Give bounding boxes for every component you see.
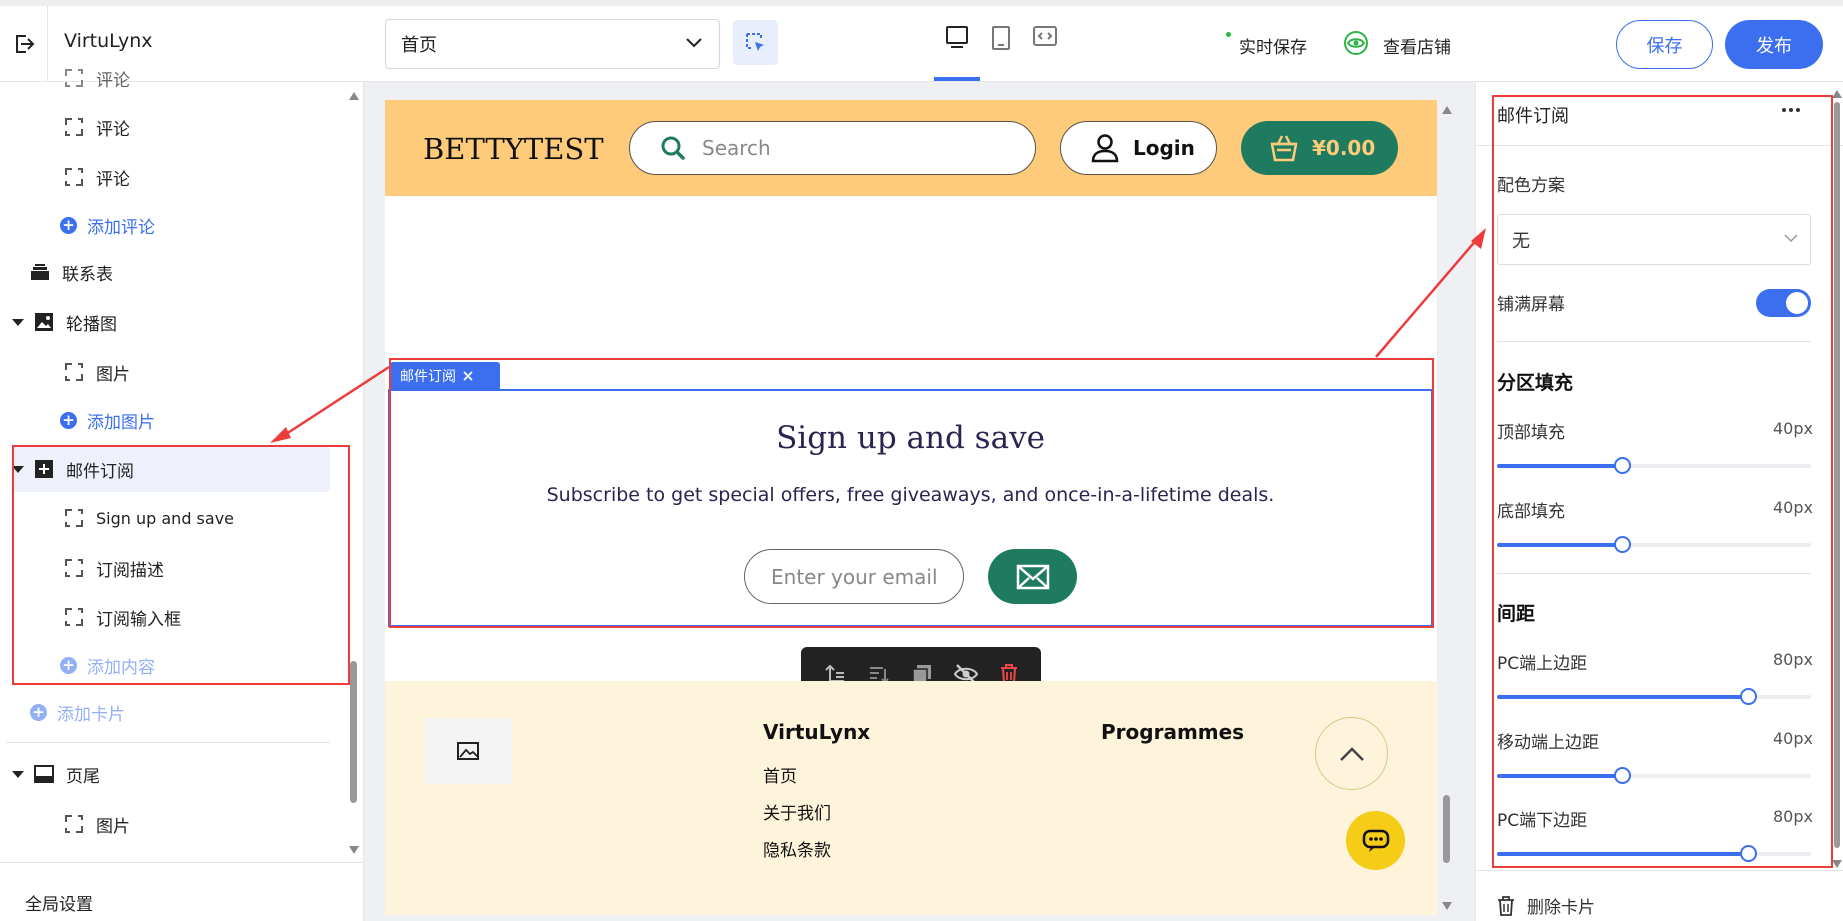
annotation-arrows [270, 228, 1486, 443]
